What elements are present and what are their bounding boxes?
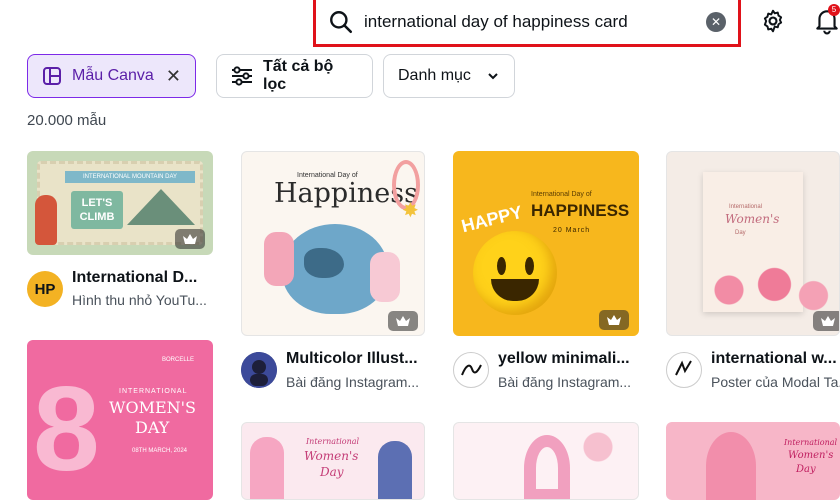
search-bar[interactable]: international day of happiness card ✕ (313, 0, 741, 47)
thumbnail-date-text: 08TH MARCH, 2024 (132, 448, 188, 454)
thumbnail-person (370, 252, 400, 302)
thumbnail-big-text: WOMEN'S (109, 398, 196, 417)
remove-chip-icon[interactable]: ✕ (166, 66, 181, 87)
thumbnail-smiley (473, 231, 557, 315)
template-type: Bài đăng Instagram... (286, 374, 420, 390)
template-title[interactable]: International D... (72, 269, 212, 287)
thumbnail-big-text: HAPPINESS (531, 201, 630, 220)
template-icon (42, 66, 62, 86)
thumbnail-line: Day (735, 230, 746, 236)
template-type: Bài đăng Instagram... (498, 374, 632, 390)
thumbnail-line: International (729, 204, 763, 210)
thumbnail-line: Day (320, 465, 344, 479)
template-thumbnail[interactable]: International Women's Day (666, 422, 840, 500)
thumbnail-hiker (35, 195, 57, 245)
thumbnail-silhouette (706, 432, 756, 500)
thumbnail-ribbon (524, 435, 570, 499)
notification-badge: 5 (828, 4, 840, 16)
canva-templates-chip[interactable]: Mẫu Canva ✕ (27, 54, 196, 98)
thumbnail-small-text: International Day of (531, 191, 592, 198)
smiley-eye (525, 257, 534, 275)
thumbnail-text-block: LET'S CLIMB (71, 191, 123, 229)
thumbnail-star: ✸ (402, 200, 419, 222)
thumbnail-big-text: DAY (135, 418, 170, 437)
smiley-eye (497, 257, 506, 275)
template-type: Poster của Modal Ta... (711, 374, 840, 390)
template-thumbnail[interactable]: International Day of HAPPINESS 20 March … (453, 151, 639, 336)
chevron-down-icon (486, 69, 500, 83)
thumbnail-line: CLIMB (79, 211, 115, 223)
search-icon (330, 11, 353, 34)
thumbnail-flowers (574, 427, 634, 467)
thumbnail-banner: INTERNATIONAL MOUNTAIN DAY (65, 171, 195, 183)
template-title[interactable]: international w... (711, 350, 840, 368)
results-count: 20.000 mẫu (27, 112, 107, 129)
premium-crown-icon (388, 311, 418, 331)
all-filters-label: Tất cả bộ lọc (263, 58, 334, 93)
thumbnail-date-text: 20 March (553, 227, 591, 234)
clear-search-icon[interactable]: ✕ (706, 12, 726, 32)
template-thumbnail[interactable] (453, 422, 639, 500)
thumbnail-line: Women's (725, 212, 780, 226)
smiley-mouth (491, 279, 539, 301)
template-thumbnail[interactable]: International Women's Day (666, 151, 840, 336)
sliders-icon (231, 66, 253, 86)
premium-crown-icon (599, 310, 629, 330)
thumbnail-mountain (127, 189, 195, 225)
all-filters-button[interactable]: Tất cả bộ lọc (216, 54, 373, 98)
thumbnail-line: International (306, 437, 360, 446)
template-title[interactable]: yellow minimali... (498, 350, 638, 368)
template-thumbnail[interactable]: INTERNATIONAL MOUNTAIN DAY LET'S CLIMB (27, 151, 213, 255)
creator-avatar[interactable] (453, 352, 489, 388)
thumbnail-line: Women's (788, 450, 834, 461)
thumbnail-line: Day (796, 464, 816, 475)
canva-chip-label: Mẫu Canva (72, 67, 154, 84)
thumbnail-person (264, 232, 294, 286)
thumbnail-line: Women's (304, 449, 359, 463)
thumbnail-person (378, 441, 412, 499)
creator-avatar[interactable] (666, 352, 702, 388)
template-type: Hình thu nhỏ YouTu... (72, 292, 207, 308)
search-input[interactable]: international day of happiness card (364, 12, 706, 32)
thumbnail-flowers (703, 262, 833, 318)
thumbnail-small-text: INTERNATIONAL (119, 388, 188, 395)
creator-avatar[interactable]: HP (27, 271, 63, 307)
premium-crown-icon (813, 311, 839, 331)
thumbnail-land (304, 248, 344, 278)
thumbnail-eight: 8 (33, 362, 100, 496)
settings-gear-icon[interactable] (760, 8, 786, 34)
category-label: Danh mục (398, 67, 471, 84)
thumbnail-line: International (784, 438, 838, 447)
template-thumbnail[interactable]: BORCELLE 8 INTERNATIONAL WOMEN'S DAY 08T… (27, 340, 213, 500)
thumbnail-line: LET'S (81, 197, 113, 209)
template-title[interactable]: Multicolor Illust... (286, 350, 426, 368)
category-dropdown[interactable]: Danh mục (383, 54, 515, 98)
thumbnail-brand: BORCELLE (162, 357, 195, 363)
creator-avatar[interactable] (241, 352, 277, 388)
thumbnail-person (250, 437, 284, 499)
premium-crown-icon (175, 229, 205, 249)
template-thumbnail[interactable]: International Women's Day (241, 422, 425, 500)
template-thumbnail[interactable]: International Day of Happiness ✸ (241, 151, 425, 336)
